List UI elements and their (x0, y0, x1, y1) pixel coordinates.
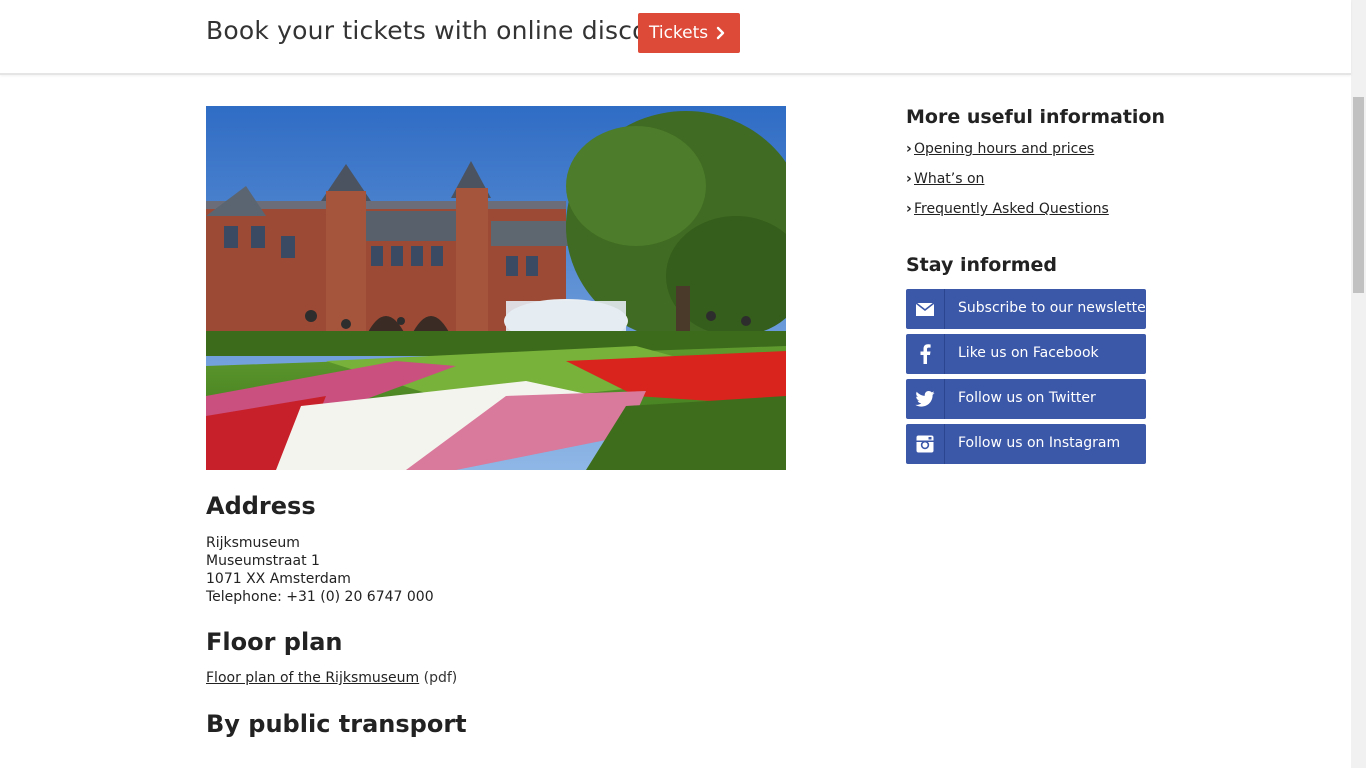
newsletter-button[interactable]: Subscribe to our newsletter (906, 289, 1146, 329)
address-heading: Address (206, 492, 316, 520)
page: Book your tickets with online discount T… (0, 0, 1366, 768)
floor-plan-line: Floor plan of the Rijksmuseum (pdf) (206, 670, 457, 686)
facebook-icon (906, 334, 945, 374)
instagram-button-label: Follow us on Instagram (958, 435, 1121, 451)
ticket-bar: Book your tickets with online discount T… (0, 0, 1351, 75)
instagram-icon (906, 424, 945, 464)
info-link-faq[interactable]: › Frequently Asked Questions (906, 201, 1109, 217)
info-link-opening-hours[interactable]: › Opening hours and prices (906, 141, 1094, 157)
chevron-right-icon: › (906, 171, 912, 187)
tickets-button[interactable]: Tickets (638, 13, 740, 53)
instagram-button[interactable]: Follow us on Instagram (906, 424, 1146, 464)
twitter-icon (906, 379, 945, 419)
facebook-button[interactable]: Like us on Facebook (906, 334, 1146, 374)
address-line: Rijksmuseum (206, 535, 300, 551)
floor-plan-link[interactable]: Floor plan of the Rijksmuseum (206, 670, 419, 686)
scrollbar-thumb[interactable] (1353, 97, 1364, 293)
page-scrollbar[interactable] (1351, 0, 1366, 768)
facebook-button-label: Like us on Facebook (958, 345, 1099, 361)
newsletter-button-label: Subscribe to our newsletter (958, 300, 1146, 316)
address-telephone: Telephone: +31 (0) 20 6747 000 (206, 589, 434, 605)
address-line: 1071 XX Amsterdam (206, 571, 351, 587)
chevron-right-icon (716, 26, 725, 40)
public-transport-heading: By public transport (206, 710, 467, 738)
info-link-label[interactable]: What’s on (914, 171, 984, 187)
address-line: Museumstraat 1 (206, 553, 320, 569)
twitter-button-label: Follow us on Twitter (958, 390, 1096, 406)
tickets-button-label: Tickets (649, 23, 709, 43)
info-link-label[interactable]: Frequently Asked Questions (914, 201, 1109, 217)
floor-plan-heading: Floor plan (206, 628, 343, 656)
floor-plan-format: (pdf) (423, 670, 458, 686)
museum-photo (206, 106, 786, 470)
chevron-right-icon: › (906, 201, 912, 217)
stay-informed-heading: Stay informed (906, 254, 1058, 276)
info-link-whats-on[interactable]: › What’s on (906, 171, 984, 187)
envelope-icon (906, 289, 945, 329)
more-info-heading: More useful information (906, 106, 1165, 128)
ticket-promo-text: Book your tickets with online discount (206, 16, 690, 45)
address-block: Rijksmuseum Museumstraat 1 1071 XX Amste… (206, 534, 434, 606)
info-link-label[interactable]: Opening hours and prices (914, 141, 1094, 157)
chevron-right-icon: › (906, 141, 912, 157)
twitter-button[interactable]: Follow us on Twitter (906, 379, 1146, 419)
